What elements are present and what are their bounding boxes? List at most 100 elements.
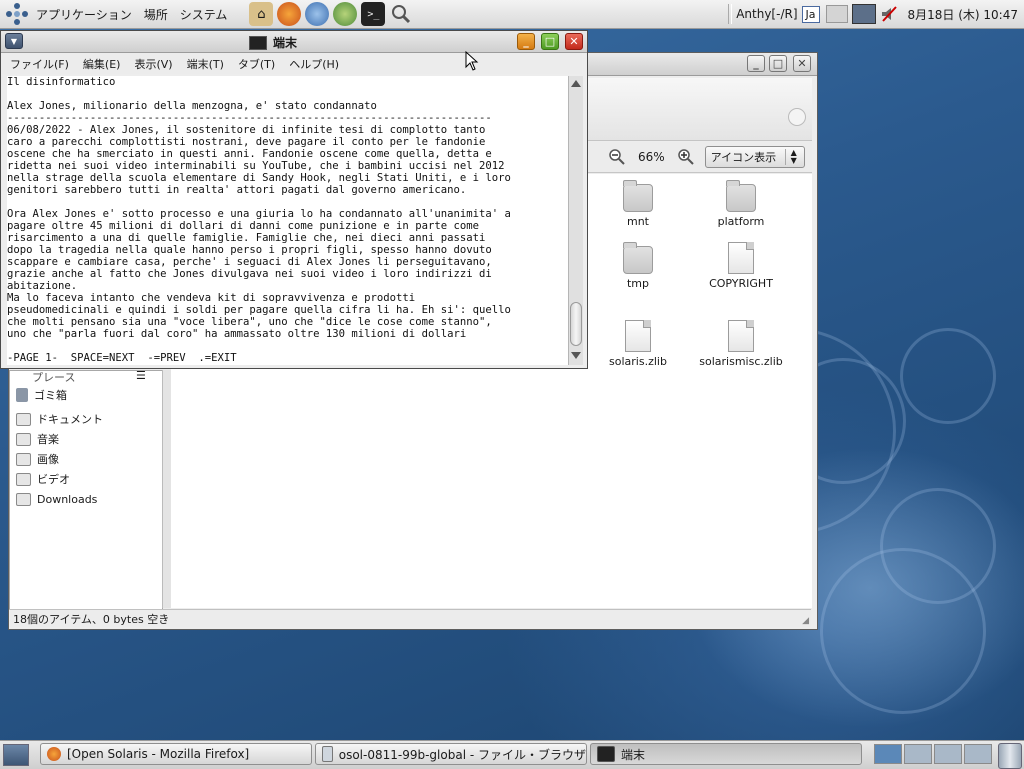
wallpaper-swirl: [900, 328, 996, 424]
terminal-line: Ora Alex Jones e' sotto processo e una g…: [7, 208, 511, 220]
file-name: solaris.zlib: [609, 355, 667, 368]
task-terminal[interactable]: 端末: [590, 743, 862, 765]
terminal-output[interactable]: Il disinformatico Alex Jones, milionario…: [7, 76, 568, 365]
terminal-title: 端末: [249, 34, 297, 51]
workspace-4[interactable]: [964, 744, 992, 764]
file-item-platform[interactable]: platform: [696, 180, 786, 228]
terminal-icon: [249, 35, 267, 50]
menu-edit[interactable]: 編集(E): [77, 56, 127, 72]
view-mode-select[interactable]: アイコン表示 ▲ ▼: [704, 146, 805, 168]
throbber-icon: [788, 108, 806, 126]
resize-grip-icon[interactable]: ◢: [802, 616, 809, 626]
clock[interactable]: 8月18日 (木) 10:47: [908, 6, 1018, 23]
workspace-2[interactable]: [904, 744, 932, 764]
scroll-up-arrow-icon[interactable]: [571, 80, 581, 87]
scroll-down-arrow-icon[interactable]: [571, 352, 581, 359]
workspace-1[interactable]: [874, 744, 902, 764]
task-label: osol-0811-99b-global - ファイル・ブラウザ: [338, 747, 586, 762]
firefox-icon[interactable]: [277, 2, 302, 26]
terminal-line: dopo la tragedia nella quale hanno perso…: [7, 244, 492, 256]
folder-icon: [16, 432, 31, 446]
minimize-button[interactable]: _: [517, 33, 535, 50]
language-indicator[interactable]: Ja: [801, 5, 820, 23]
workspace-3[interactable]: [934, 744, 962, 764]
menu-help[interactable]: ヘルプ(H): [283, 56, 345, 72]
sidebar-item-label: 音楽: [37, 433, 59, 446]
terminal-line: Ma lo faceva intanto che vendeva kit di …: [7, 292, 416, 304]
zoom-bar: 66% アイコン表示 ▲ ▼: [586, 142, 812, 173]
document-icon: [728, 242, 754, 274]
menu-file[interactable]: ファイル(F): [4, 56, 75, 72]
close-button[interactable]: ✕: [565, 33, 583, 50]
zoom-in-icon[interactable]: [677, 148, 695, 166]
document-icon: [728, 320, 754, 352]
sidebar-header[interactable]: プレース: [32, 369, 75, 385]
sidebar-menu-icon[interactable]: ☰: [136, 369, 146, 382]
show-desktop-icon[interactable]: [3, 744, 29, 766]
terminal-scrollbar[interactable]: [568, 76, 583, 365]
file-item-solaris-zlib[interactable]: solaris.zlib: [593, 320, 683, 368]
sidebar-item-documents[interactable]: ドキュメント: [16, 410, 103, 428]
mouse-cursor-icon: [465, 51, 479, 71]
menu-tabs[interactable]: タブ(T): [232, 56, 281, 72]
task-firefox[interactable]: [Open Solaris - Mozilla Firefox]: [40, 743, 312, 765]
file-name: tmp: [626, 277, 649, 290]
file-item-mnt[interactable]: mnt: [593, 180, 683, 228]
task-file-browser[interactable]: osol-0811-99b-global - ファイル・ブラウザ: [315, 743, 587, 765]
sidebar-item-label: ドキュメント: [37, 413, 103, 426]
trash-applet-icon[interactable]: [998, 743, 1022, 769]
bottom-panel: [Open Solaris - Mozilla Firefox] osol-08…: [0, 740, 1024, 769]
maximize-button[interactable]: □: [541, 33, 559, 50]
file-item-solarismisc-zlib[interactable]: solarismisc.zlib: [696, 320, 786, 368]
sidebar-item-downloads[interactable]: Downloads: [16, 490, 97, 508]
sidebar-item-label: 画像: [37, 453, 59, 466]
sidebar-item-music[interactable]: 音楽: [16, 430, 59, 448]
minimize-button[interactable]: _: [747, 55, 765, 72]
input-method-indicator[interactable]: Anthy[-/R]: [736, 7, 797, 21]
folder-icon: [623, 242, 653, 274]
network-icon[interactable]: [851, 4, 876, 24]
window-menu-icon[interactable]: ▼: [5, 33, 23, 49]
document-icon: [625, 320, 651, 352]
menu-terminal[interactable]: 端末(T): [181, 56, 230, 72]
sidebar-item-pictures[interactable]: 画像: [16, 450, 59, 468]
sidebar-item-trash[interactable]: ゴミ箱: [16, 386, 67, 404]
volume-muted-icon[interactable]: [880, 5, 898, 23]
sidebar-pane-divider[interactable]: [162, 370, 171, 608]
terminal-line: ridetta nei suoi video interminabili su …: [7, 160, 505, 172]
terminal-line: uno che "parla fuori dal coro" ha ammass…: [7, 328, 467, 340]
file-item-copyright[interactable]: COPYRIGHT: [696, 242, 786, 290]
file-item-tmp[interactable]: tmp: [593, 242, 683, 290]
terminal-line: 06/08/2022 - Alex Jones, il sostenitore …: [7, 124, 486, 136]
menu-applications[interactable]: アプリケーション: [30, 6, 138, 23]
printer-icon[interactable]: [825, 5, 848, 23]
scroll-thumb[interactable]: [570, 302, 582, 346]
terminal-line: caro a parecchi complottisti nostrani, d…: [7, 136, 486, 148]
thunderbird-icon[interactable]: [305, 2, 330, 26]
file-name: solarismisc.zlib: [699, 355, 783, 368]
maximize-button[interactable]: □: [769, 55, 787, 72]
folder-icon: [16, 472, 31, 486]
sidebar-item-videos[interactable]: ビデオ: [16, 470, 70, 488]
task-label: 端末: [621, 747, 646, 762]
zoom-out-icon[interactable]: [608, 148, 626, 166]
terminal-line: pagare oltre 45 milioni di dollari di da…: [7, 220, 479, 232]
search-icon[interactable]: [389, 2, 413, 26]
home-icon[interactable]: ⌂: [249, 2, 274, 26]
menu-view[interactable]: 表示(V): [128, 56, 178, 72]
opensolaris-logo-icon[interactable]: [6, 3, 28, 25]
task-label: [Open Solaris - Mozilla Firefox]: [67, 747, 250, 761]
file-browser-toolbar: [586, 78, 812, 141]
terminal-line: Il disinformatico: [7, 76, 116, 88]
menu-system[interactable]: システム: [174, 6, 234, 23]
view-mode-label: アイコン表示: [710, 151, 777, 164]
status-text: 18個のアイテム、0 bytes 空き: [13, 612, 170, 626]
terminal-line: abitazione.: [7, 280, 78, 292]
update-manager-icon[interactable]: [333, 2, 358, 26]
menu-places[interactable]: 場所: [138, 6, 174, 23]
terminal-launcher-icon[interactable]: >_: [361, 2, 386, 26]
close-button[interactable]: ✕: [793, 55, 811, 72]
folder-icon: [16, 492, 31, 506]
terminal-titlebar[interactable]: ▼ 端末 _ □ ✕: [1, 31, 587, 53]
terminal-line: pseudomedicinali e quindi i soldi per pa…: [7, 304, 511, 316]
